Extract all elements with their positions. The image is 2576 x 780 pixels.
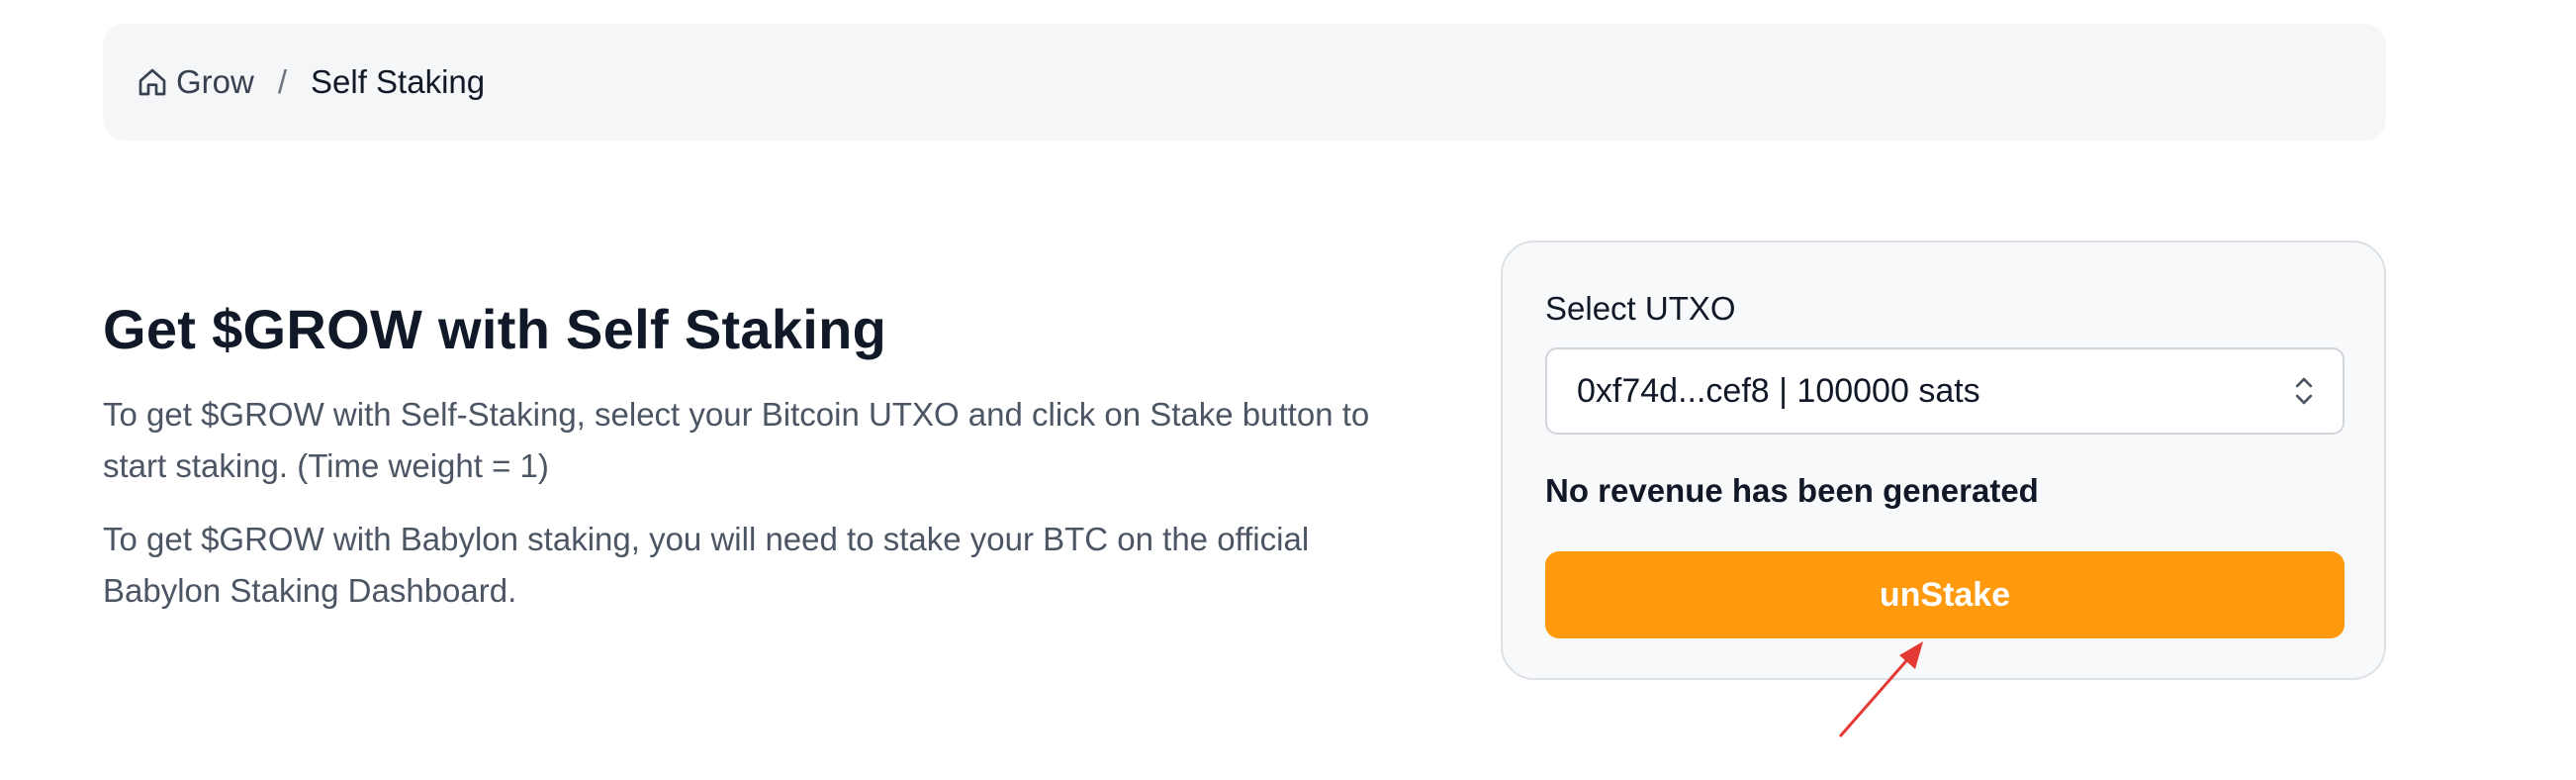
page-title: Get $GROW with Self Staking (103, 298, 887, 360)
intro-section: Get $GROW with Self Staking To get $GROW… (103, 297, 1409, 638)
unstake-button[interactable]: unStake (1545, 551, 2345, 638)
breadcrumb-separator: / (277, 63, 288, 100)
description-self-staking: To get $GROW with Self-Staking, select y… (103, 396, 1370, 484)
annotation-arrow-icon (1838, 641, 1923, 737)
description-babylon-staking: To get $GROW with Babylon staking, you w… (103, 521, 1310, 609)
breadcrumb: Grow / Self Staking (103, 24, 2386, 141)
breadcrumb-current: Self Staking (311, 63, 486, 100)
home-icon (138, 68, 166, 96)
revenue-status: No revenue has been generated (1545, 472, 2039, 509)
utxo-selected-value: 0xf74d...cef8 | 100000 sats (1577, 371, 1980, 410)
chevron-up-down-icon (2295, 377, 2313, 405)
breadcrumb-home-link[interactable]: Grow (137, 63, 254, 101)
utxo-select[interactable]: 0xf74d...cef8 | 100000 sats (1545, 347, 2345, 435)
stake-card: Select UTXO 0xf74d...cef8 | 100000 sats … (1501, 241, 2386, 680)
utxo-label: Select UTXO (1545, 290, 1736, 327)
breadcrumb-home-label: Grow (176, 63, 254, 100)
